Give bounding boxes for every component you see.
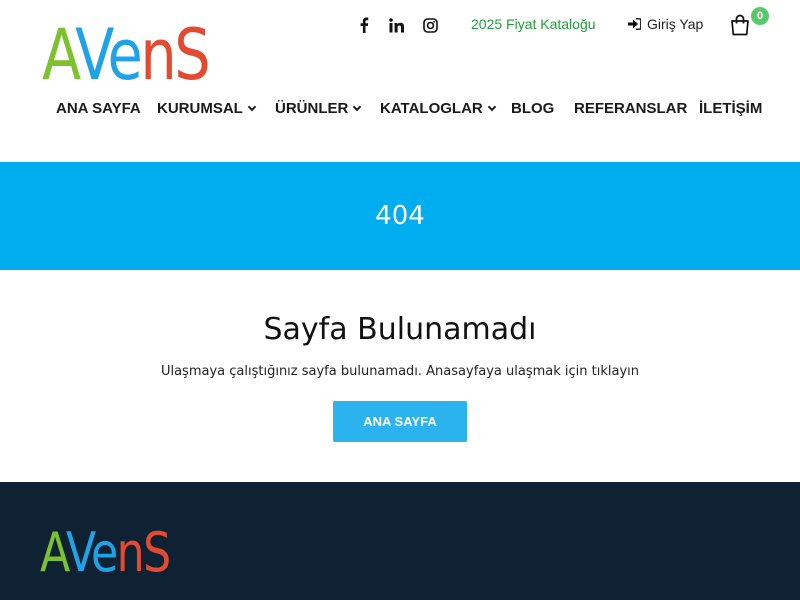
error-message: Ulaşmaya çalıştığınız sayfa bulunamadı. … bbox=[160, 364, 640, 379]
price-catalog-link[interactable]: 2025 Fiyat Kataloğu bbox=[471, 16, 596, 32]
facebook-icon[interactable] bbox=[354, 14, 374, 36]
site-header: AVenS 2025 Fiyat Kataloğu Giriş Yap 0 AN… bbox=[0, 0, 800, 162]
linkedin-icon[interactable] bbox=[386, 14, 406, 36]
nav-label: ÜRÜNLER bbox=[275, 100, 349, 117]
login-label: Giriş Yap bbox=[647, 16, 704, 32]
main-nav: ANA SAYFA KURUMSAL ÜRÜNLER KATALOGLAR BL… bbox=[0, 100, 800, 122]
home-button[interactable]: ANA SAYFA bbox=[333, 401, 467, 442]
footer-logo[interactable]: AVenS bbox=[40, 521, 172, 584]
nav-item-urunler[interactable]: ÜRÜNLER bbox=[275, 100, 362, 117]
instagram-icon[interactable] bbox=[420, 14, 440, 36]
chevron-down-icon bbox=[487, 102, 497, 111]
page-title: Sayfa Bulunamadı bbox=[263, 312, 537, 347]
logo-part-a: A bbox=[40, 521, 67, 584]
nav-label: İLETİŞİM bbox=[699, 100, 763, 117]
nav-label: REFERANSLAR bbox=[574, 100, 688, 117]
nav-label: ANA SAYFA bbox=[56, 100, 141, 117]
page-banner: 404 bbox=[0, 162, 800, 270]
error-content: Sayfa Bulunamadı Ulaşmaya çalıştığınız s… bbox=[0, 270, 800, 482]
chevron-down-icon bbox=[353, 102, 362, 111]
nav-label: KURUMSAL bbox=[157, 100, 243, 117]
cart-icon[interactable] bbox=[730, 14, 752, 38]
chevron-down-icon bbox=[247, 102, 257, 111]
logo-part-ve: Ve bbox=[65, 521, 118, 584]
nav-item-blog[interactable]: BLOG bbox=[511, 100, 554, 117]
login-link[interactable]: Giriş Yap bbox=[628, 16, 703, 32]
nav-item-referanslar[interactable]: REFERANSLAR bbox=[574, 100, 687, 117]
nav-item-kurumsal[interactable]: KURUMSAL bbox=[157, 100, 257, 117]
nav-item-ana-sayfa[interactable]: ANA SAYFA bbox=[56, 100, 141, 117]
nav-label: KATALOGLAR bbox=[380, 100, 483, 117]
nav-label: BLOG bbox=[511, 100, 555, 117]
cart-count-badge: 0 bbox=[751, 7, 769, 25]
site-footer: AVenS bbox=[0, 482, 800, 600]
nav-item-kataloglar[interactable]: KATALOGLAR bbox=[380, 100, 497, 117]
nav-item-iletisim[interactable]: İLETİŞİM bbox=[699, 100, 762, 117]
top-bar: 2025 Fiyat Kataloğu Giriş Yap 0 bbox=[0, 7, 800, 38]
logo-part-ns: nS bbox=[116, 521, 172, 584]
banner-title: 404 bbox=[375, 201, 425, 231]
sign-in-icon bbox=[628, 18, 641, 30]
